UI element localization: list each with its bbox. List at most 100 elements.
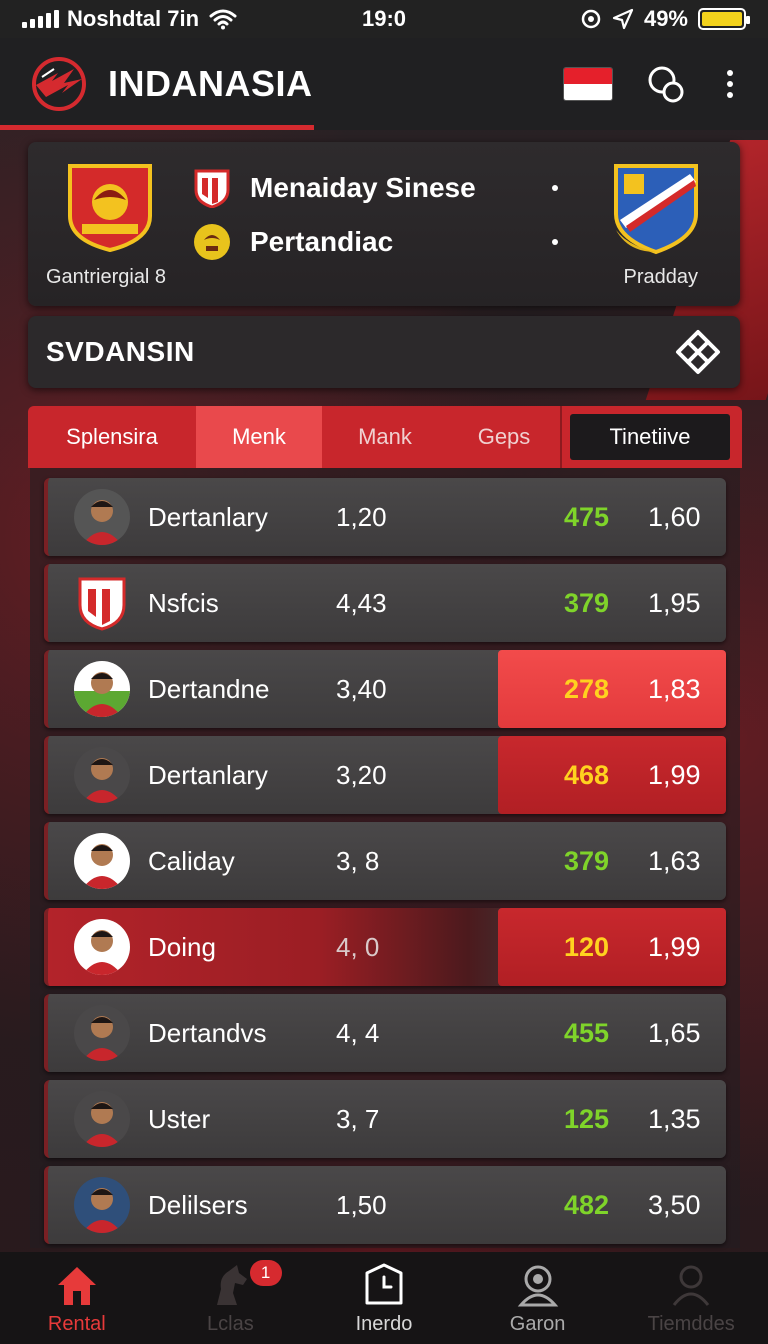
section-title: SVDANSIN: [46, 336, 195, 367]
carrier-label: Noshdtal 7in: [67, 6, 200, 31]
bottom-navigation: Rental Lclas 1 Inerdo Garon Tiemddes: [0, 1252, 768, 1344]
app-title: INDANASIA: [108, 63, 313, 104]
value-odds[interactable]: 1,83: [648, 674, 701, 705]
player-avatar-icon: [74, 919, 130, 975]
gold-emblem-icon: [194, 224, 230, 260]
value-odds[interactable]: 1,60: [648, 502, 701, 533]
battery-icon: [698, 8, 750, 30]
nav-tiemddes[interactable]: Tiemddes: [614, 1252, 768, 1344]
list-item[interactable]: Caliday 3, 8 379 1,63: [44, 822, 726, 900]
list-item[interactable]: Uster 3, 7 125 1,35: [44, 1080, 726, 1158]
nav-label: Rental: [47, 1313, 106, 1335]
status-bar: Noshdtal 7in 19:0 49%: [0, 0, 768, 38]
value-score: 379: [564, 845, 610, 876]
value-score: 468: [564, 759, 610, 790]
location-arrow-icon: [612, 8, 634, 30]
value-odds[interactable]: 1,63: [648, 846, 701, 877]
nav-label: Garon: [509, 1313, 566, 1335]
indonesia-flag-icon[interactable]: [564, 68, 612, 100]
player-avatar-icon: [74, 833, 130, 889]
player-list: Dertanlary 1,20 475 1,60 Nsfcis 4,43 379…: [30, 468, 740, 1248]
app-header: INDANASIA: [0, 38, 768, 130]
tab-geps[interactable]: Geps: [448, 406, 562, 468]
match-row-1: Menaiday Sinese: [192, 168, 558, 208]
alarm-icon: [581, 9, 601, 29]
search-bubbles-icon[interactable]: [646, 64, 686, 104]
player-avatar-icon: [74, 661, 130, 717]
player-name: Dertandvs: [148, 1017, 267, 1048]
nav-garon[interactable]: Garon: [461, 1252, 615, 1344]
player-avatar-icon: [74, 489, 130, 545]
value-primary: 3,20: [336, 759, 387, 790]
match-card[interactable]: Menaiday Sinese Pertandiac Gantriergial …: [28, 142, 740, 306]
user-icon: [517, 1265, 558, 1307]
value-primary: 3, 7: [336, 1103, 380, 1134]
value-primary: 1,20: [336, 501, 387, 532]
value-score: 482: [564, 1189, 610, 1220]
list-item[interactable]: Dertanlary 1,20 475 1,60: [44, 478, 726, 556]
list-item-selected[interactable]: Doing 4, 0 120 1,99: [44, 908, 726, 986]
tab-mank[interactable]: Mank: [322, 406, 448, 468]
value-primary: 4, 0: [336, 931, 380, 962]
nav-inerdo[interactable]: Inerdo: [307, 1252, 461, 1344]
value-score: 455: [564, 1017, 610, 1048]
club-shield-icon: [78, 577, 126, 631]
value-odds[interactable]: 1,99: [648, 760, 701, 791]
player-name: Doing: [148, 931, 216, 962]
player-avatar-icon: [74, 1091, 130, 1147]
notification-badge: 1: [249, 1260, 282, 1286]
match-row-label: Pertandiac: [250, 226, 394, 257]
tab-bar: Splensira Menk Mank Geps Tinetiive: [28, 406, 742, 468]
player-name: Delilsers: [148, 1189, 248, 1220]
away-team-crest-icon: [614, 164, 698, 255]
section-header: SVDANSIN: [28, 316, 740, 388]
player-name: Dertanlary: [148, 759, 268, 790]
horse-icon: [217, 1265, 248, 1305]
value-odds[interactable]: 1,99: [648, 932, 701, 963]
nav-label: Tiemddes: [647, 1313, 735, 1335]
nav-rental[interactable]: Rental: [0, 1252, 154, 1344]
header-accent-underline: [0, 125, 314, 130]
kebab-menu-icon[interactable]: [720, 70, 740, 98]
home-team-crest-icon: [68, 164, 152, 252]
nav-label: Inerdo: [355, 1313, 413, 1335]
player-name: Nsfcis: [148, 587, 219, 618]
clock: 19:0: [361, 6, 407, 31]
away-team-caption: Pradday: [623, 266, 699, 288]
player-name: Uster: [148, 1103, 211, 1134]
player-avatar-icon: [74, 1177, 130, 1233]
nav-label: Lclas: [207, 1313, 254, 1335]
value-primary: 3, 8: [336, 845, 380, 876]
player-name: Dertandne: [148, 673, 270, 704]
value-odds[interactable]: 1,65: [648, 1018, 701, 1049]
value-score: 278: [564, 673, 610, 704]
value-score: 475: [564, 501, 610, 532]
list-item[interactable]: Dertandvs 4, 4 455 1,65: [44, 994, 726, 1072]
value-primary: 3,40: [336, 673, 387, 704]
value-primary: 1,50: [336, 1189, 387, 1220]
mascot-logo-icon[interactable]: [28, 55, 90, 113]
match-row-2: Pertandiac: [192, 222, 558, 262]
player-name: Caliday: [148, 845, 235, 876]
nav-lclas[interactable]: Lclas 1: [154, 1252, 308, 1344]
club-shield-icon: [194, 169, 230, 208]
player-avatar-icon: [74, 1005, 130, 1061]
value-odds[interactable]: 1,35: [648, 1104, 701, 1135]
tab-menk[interactable]: Menk: [196, 406, 322, 468]
value-odds[interactable]: 1,95: [648, 588, 701, 619]
close-x-icon[interactable]: [674, 328, 722, 376]
list-item[interactable]: Delilsers 1,50 482 3,50: [44, 1166, 726, 1244]
tab-tinetiive[interactable]: Tinetiive: [562, 406, 742, 468]
list-item[interactable]: Dertandne 3,40 278 1,83: [44, 650, 726, 728]
value-score: 379: [564, 587, 610, 618]
list-item[interactable]: Nsfcis 4,43 379 1,95: [44, 564, 726, 642]
value-odds[interactable]: 3,50: [648, 1190, 701, 1221]
tab-splensira[interactable]: Splensira: [28, 406, 196, 468]
clock-box-icon: [365, 1263, 403, 1305]
tab-label: Tinetiive: [570, 414, 730, 460]
value-primary: 4, 4: [336, 1017, 380, 1048]
signal-icon: [22, 10, 59, 28]
value-score: 125: [564, 1103, 610, 1134]
value-score: 120: [564, 931, 610, 962]
list-item[interactable]: Dertanlary 3,20 468 1,99: [44, 736, 726, 814]
